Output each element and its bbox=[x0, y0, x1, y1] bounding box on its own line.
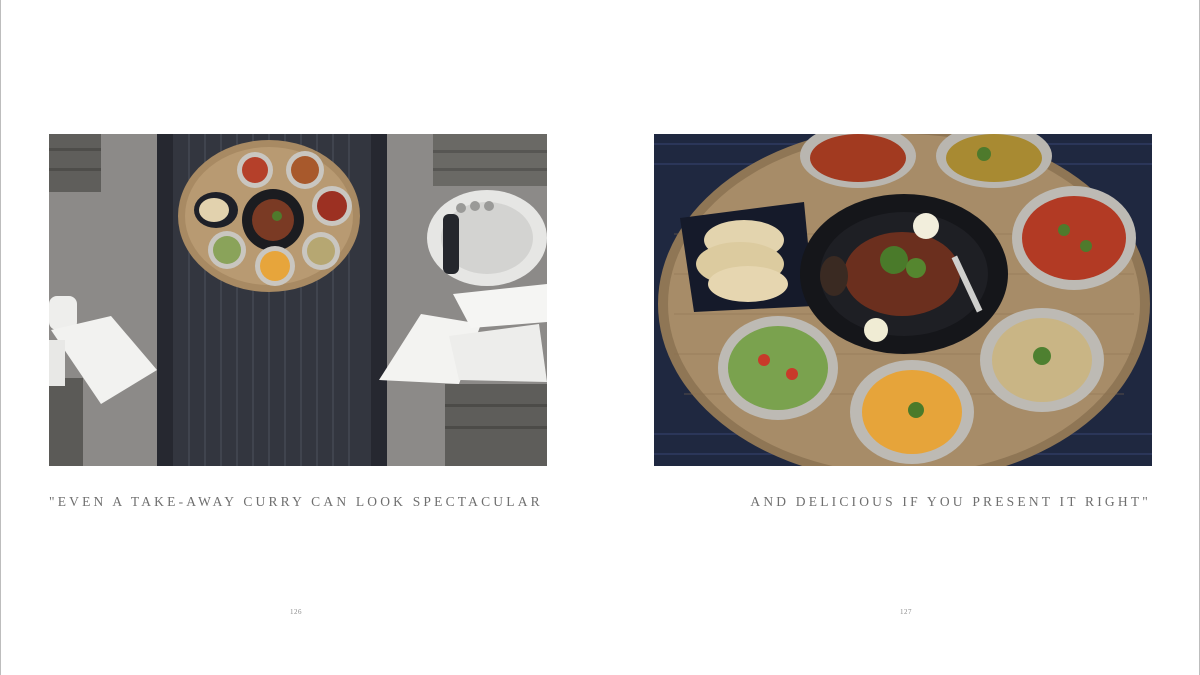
page-number-left: 126 bbox=[290, 608, 302, 616]
right-photo bbox=[654, 134, 1152, 466]
left-caption: "EVEN A TAKE-AWAY CURRY CAN LOOK SPECTAC… bbox=[49, 494, 543, 509]
left-page: "EVEN A TAKE-AWAY CURRY CAN LOOK SPECTAC… bbox=[0, 0, 600, 675]
right-caption: AND DELICIOUS IF YOU PRESENT IT RIGHT" bbox=[750, 494, 1151, 509]
page-number-right: 127 bbox=[900, 608, 912, 616]
table-overhead-image bbox=[49, 134, 547, 466]
curry-tray-image bbox=[654, 134, 1152, 466]
book-spread: "EVEN A TAKE-AWAY CURRY CAN LOOK SPECTAC… bbox=[0, 0, 1200, 675]
right-page: AND DELICIOUS IF YOU PRESENT IT RIGHT" 1… bbox=[600, 0, 1200, 675]
left-photo bbox=[49, 134, 547, 466]
